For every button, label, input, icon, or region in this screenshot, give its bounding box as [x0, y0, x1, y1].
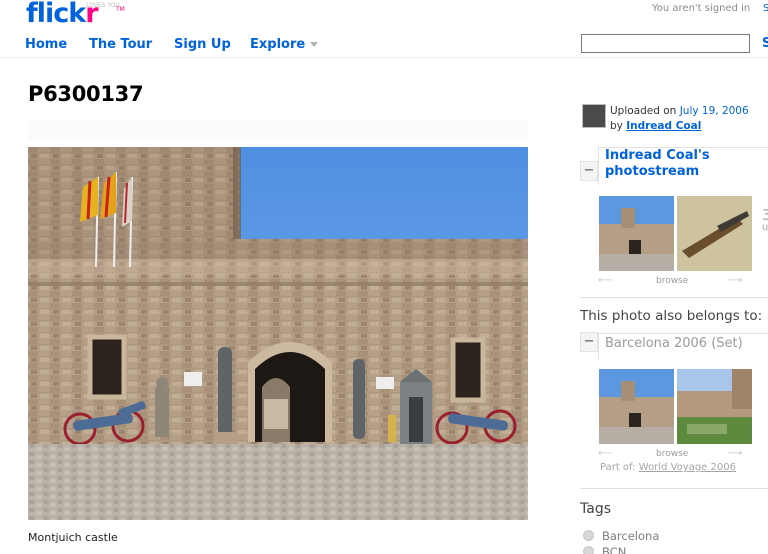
browse-label[interactable]: browse: [656, 276, 688, 286]
photostream-title-link[interactable]: Indread Coal's photostream: [605, 148, 768, 180]
tag-name[interactable]: BCN: [602, 545, 626, 554]
set-browse-next-arrow-icon[interactable]: ⟶: [728, 448, 742, 459]
explore-dropdown-icon[interactable]: [310, 42, 318, 47]
owner-avatar[interactable]: [582, 104, 606, 128]
nav-the-tour[interactable]: The Tour: [89, 37, 152, 52]
header-divider: [0, 57, 768, 58]
photostream-count-unit-partial: u: [762, 222, 768, 233]
tag-item[interactable]: BCN: [583, 545, 626, 554]
photo-title: P6300137: [28, 82, 144, 106]
thumb-artifact-image: [677, 196, 752, 271]
tag-globe-icon: [583, 546, 594, 554]
browse-prev-arrow-icon[interactable]: ⟵: [598, 275, 612, 286]
set-thumb-moat-image: [677, 369, 752, 444]
tags-heading: Tags: [580, 501, 611, 517]
part-of-prefix: Part of:: [600, 462, 636, 473]
sign-in-link[interactable]: S: [763, 3, 768, 14]
tags-divider: [580, 488, 768, 489]
browse-next-arrow-icon[interactable]: ⟶: [728, 275, 742, 286]
uploaded-info: Uploaded on July 19, 2006: [610, 105, 749, 117]
set-thumb-prev[interactable]: [599, 369, 674, 444]
photostream-collapse-button[interactable]: −: [580, 161, 598, 181]
photostream-thumb-prev[interactable]: [599, 196, 674, 271]
main-photo[interactable]: [28, 147, 528, 520]
belongs-divider: [580, 297, 768, 298]
nav-home[interactable]: Home: [25, 37, 67, 52]
set-thumb-castle-image: [599, 369, 674, 444]
uploaded-date-link[interactable]: July 19, 2006: [680, 105, 749, 117]
logo-tagline: LOVES YOU: [86, 2, 120, 9]
set-thumb-next[interactable]: [677, 369, 752, 444]
by-prefix: by: [610, 120, 623, 132]
uploaded-by: by Indread Coal: [610, 120, 701, 132]
nav-sign-up[interactable]: Sign Up: [174, 37, 231, 52]
tag-item[interactable]: Barcelona: [583, 529, 659, 543]
search-button[interactable]: S: [762, 36, 768, 51]
nav-explore[interactable]: Explore: [250, 37, 305, 52]
photostream-thumb-next[interactable]: [677, 196, 752, 271]
title-strip: [28, 120, 528, 140]
signed-in-status: You aren't signed in: [652, 3, 751, 14]
tag-globe-icon: [583, 530, 594, 541]
belongs-heading: This photo also belongs to:: [580, 308, 763, 324]
set-browse-label[interactable]: browse: [656, 449, 688, 459]
uploaded-prefix: Uploaded on: [610, 105, 677, 117]
thumb-castle-image: [599, 196, 674, 271]
search-input[interactable]: [581, 34, 750, 53]
photo-caption: Montjuich castle: [28, 531, 118, 544]
part-of: Part of: World Voyage 2006: [600, 462, 736, 473]
castle-photo-image: [28, 147, 528, 520]
photostream-browse: ⟵ browse ⟶: [598, 275, 754, 287]
collection-link[interactable]: World Voyage 2006: [639, 462, 736, 473]
tag-name[interactable]: Barcelona: [602, 529, 659, 543]
set-collapse-button[interactable]: −: [580, 332, 598, 352]
owner-link[interactable]: Indread Coal: [626, 120, 701, 132]
set-browse: ⟵ browse ⟶: [598, 448, 754, 460]
set-browse-prev-arrow-icon[interactable]: ⟵: [598, 448, 612, 459]
set-title-link[interactable]: Barcelona 2006 (Set): [605, 336, 743, 351]
logo-trademark: TM: [116, 6, 125, 13]
